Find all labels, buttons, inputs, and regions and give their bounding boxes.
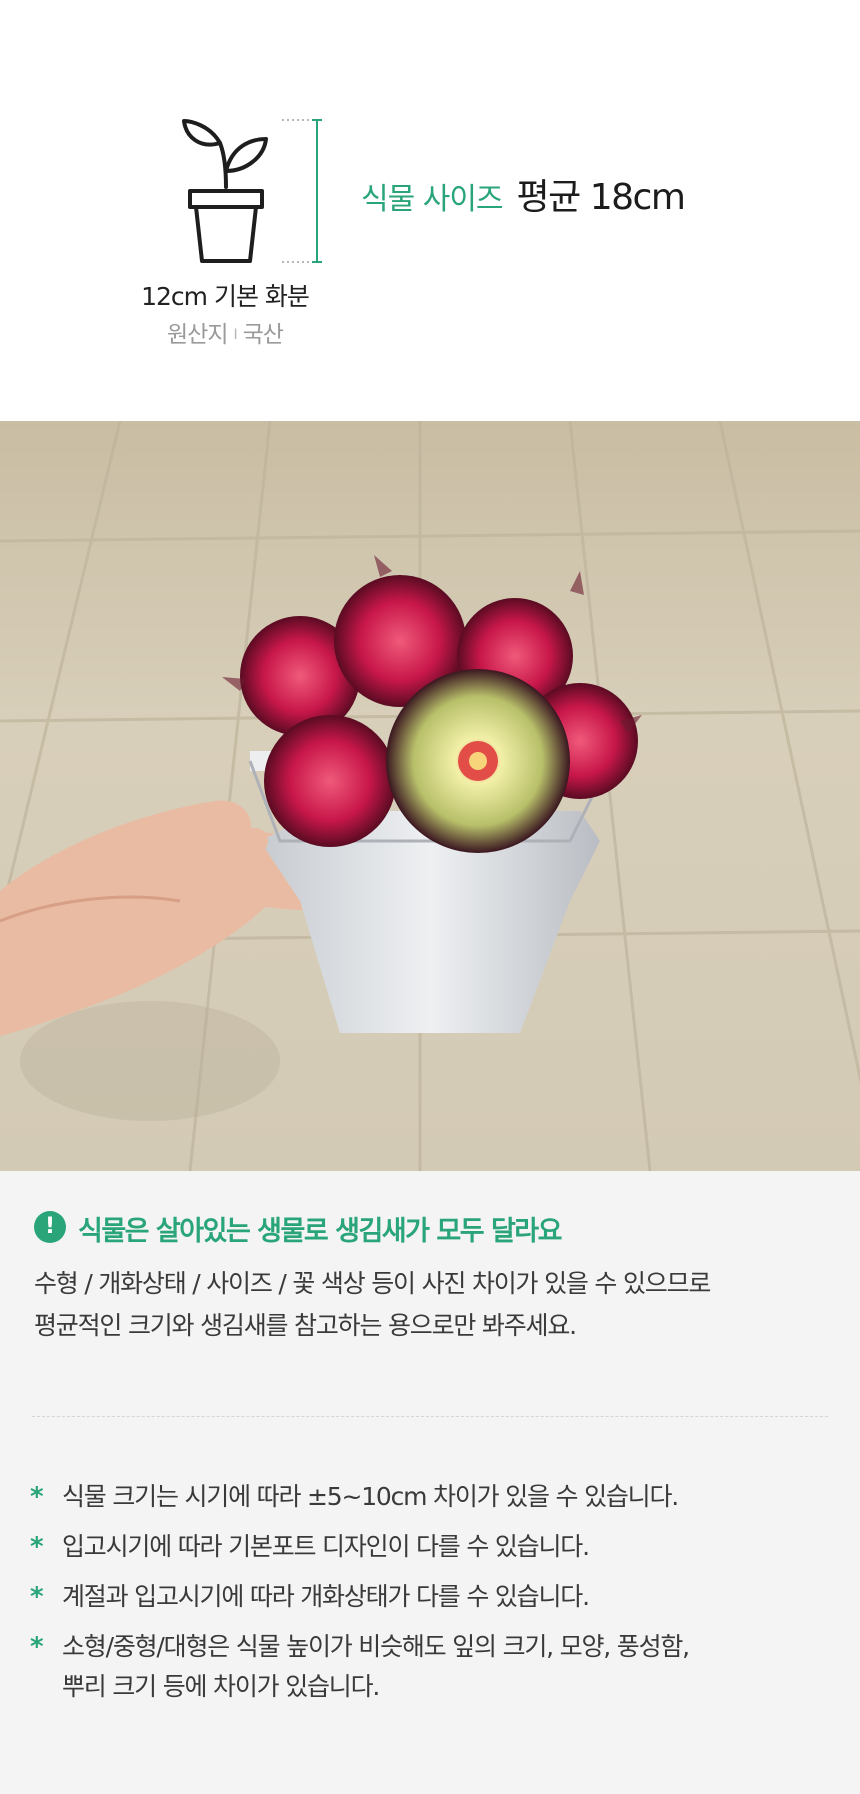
- list-item-text: 소형/중형/대형은 식물 높이가 비슷해도 잎의 크기, 모양, 풍성함,: [62, 1632, 690, 1661]
- bullet-icon: *: [30, 1482, 44, 1512]
- list-item-text: 계절과 입고시기에 따라 개화상태가 다를 수 있습니다.: [62, 1582, 590, 1611]
- bullet-icon: *: [30, 1532, 44, 1562]
- pot-plant-icon: [182, 119, 268, 263]
- origin-separator: I: [233, 327, 238, 343]
- origin-info: 원산지 I 국산: [110, 315, 340, 349]
- list-item: * 계절과 입고시기에 따라 개화상태가 다를 수 있습니다.: [30, 1577, 830, 1617]
- bullet-icon: *: [30, 1582, 44, 1612]
- list-item-text: 뿌리 크기 등에 차이가 있습니다.: [62, 1672, 380, 1701]
- notice-list: * 식물 크기는 시기에 따라 ±5~10cm 차이가 있을 수 있습니다. * 입…: [30, 1477, 830, 1717]
- size-value: 평균 18cm: [516, 177, 686, 218]
- notice-body-line: 평균적인 크기와 생김새를 참고하는 용으로만 봐주세요.: [34, 1311, 577, 1340]
- divider: [32, 1416, 828, 1417]
- notice-section: ! 식물은 살아있는 생물로 생김새가 모두 달라요 수형 / 개화상태 / 사…: [0, 1171, 860, 1794]
- exclamation-icon: !: [34, 1211, 66, 1243]
- list-item-text: 입고시기에 따라 기본포트 디자인이 다를 수 있습니다.: [62, 1532, 590, 1561]
- list-item: * 입고시기에 따라 기본포트 디자인이 다를 수 있습니다.: [30, 1527, 830, 1567]
- list-item: * 식물 크기는 시기에 따라 ±5~10cm 차이가 있을 수 있습니다.: [30, 1477, 830, 1517]
- notice-body-line: 수형 / 개화상태 / 사이즈 / 꽃 색상 등이 사진 차이가 있을 수 있으…: [34, 1269, 711, 1298]
- list-item-text: 식물 크기는 시기에 따라 ±5~10cm 차이가 있을 수 있습니다.: [62, 1482, 679, 1511]
- notice-body: 수형 / 개화상태 / 사이즈 / 꽃 색상 등이 사진 차이가 있을 수 있으…: [34, 1263, 824, 1347]
- bullet-icon: *: [30, 1632, 44, 1662]
- origin-value: 국산: [242, 322, 284, 348]
- pot-caption: 12cm 기본 화분: [141, 282, 310, 311]
- size-info: 식물 사이즈 평균 18cm: [361, 168, 686, 220]
- height-indicator: [282, 119, 322, 263]
- origin-label: 원산지: [167, 322, 228, 348]
- notice-title: 식물은 살아있는 생물로 생김새가 모두 달라요: [78, 1216, 562, 1247]
- list-item: * 소형/중형/대형은 식물 높이가 비슷해도 잎의 크기, 모양, 풍성함, 뿌리…: [30, 1627, 830, 1707]
- plant-size-section: 12cm 기본 화분 원산지 I 국산 식물 사이즈 평균 18cm: [0, 0, 860, 421]
- size-label: 식물 사이즈: [361, 182, 504, 217]
- product-photo: [0, 421, 860, 1171]
